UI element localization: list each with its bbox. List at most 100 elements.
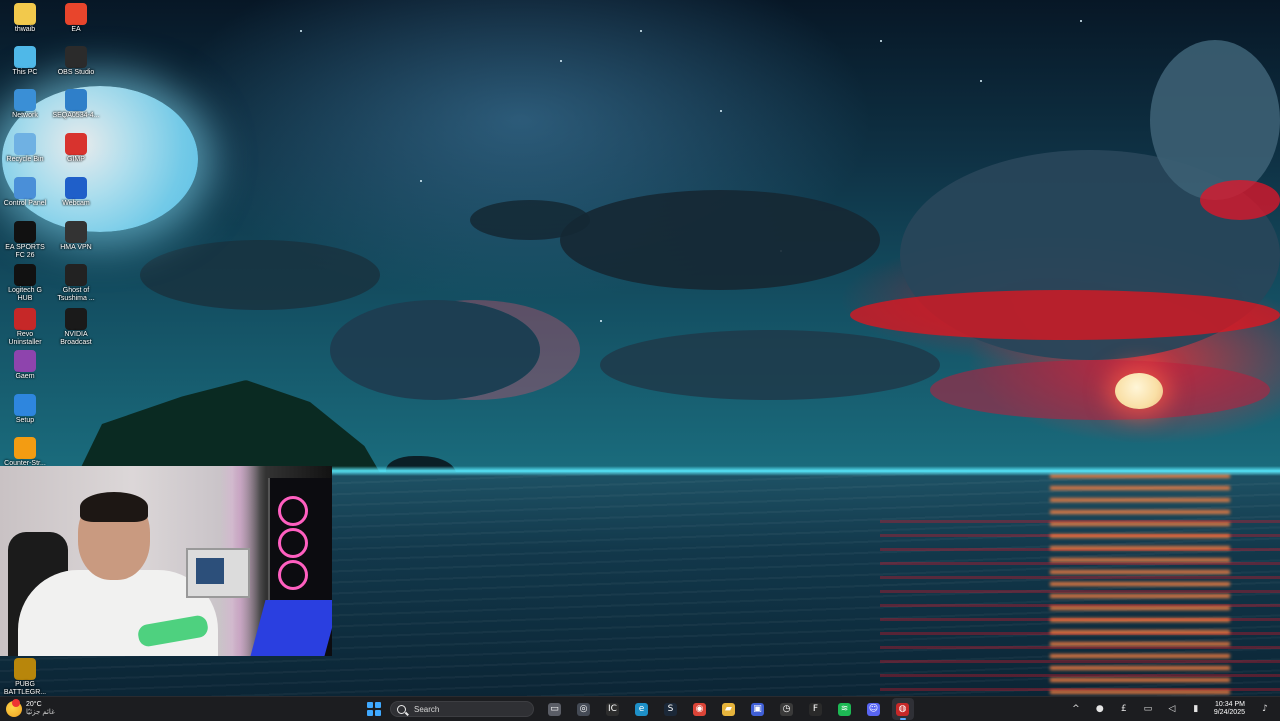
desktop-icon-logitech-g-hub[interactable]: Logitech G HUB bbox=[0, 264, 50, 303]
windows-icon bbox=[367, 702, 381, 716]
taskbar-apps: ▭ ◎ IC e S ◉ ▰ ▣ ◷ F ≋ ☺ ◍ bbox=[540, 698, 917, 720]
network-icon[interactable]: ▭ bbox=[1141, 702, 1155, 716]
taskbar-app-ea-app[interactable]: ▣ bbox=[747, 698, 769, 720]
desktop-icon-hma-vpn[interactable]: HMA VPN bbox=[51, 221, 101, 252]
desktop-icon-label: GIMP bbox=[67, 156, 85, 163]
ghost-of-tsushima-icon bbox=[65, 264, 87, 286]
desktop-icon-label: Logitech G HUB bbox=[8, 287, 42, 302]
desktop-icon-label: Webcam bbox=[62, 200, 90, 207]
weather-temp: 20°C bbox=[26, 701, 42, 708]
hma-vpn-icon bbox=[65, 221, 87, 243]
desktop-icon-revo-uninstaller[interactable]: Revo Uninstaller bbox=[0, 308, 50, 347]
taskbar-search[interactable]: Search bbox=[390, 701, 534, 717]
desktop-icon-label: Revo Uninstaller bbox=[8, 331, 42, 346]
desktop-icon-control-panel[interactable]: Control Panel bbox=[0, 177, 50, 208]
desktop-icon-ea[interactable]: EA bbox=[51, 3, 101, 34]
taskbar-app-discord[interactable]: ☺ bbox=[863, 698, 885, 720]
desktop-icon-pubg-battlegr[interactable]: PUBG BATTLEGR... bbox=[0, 658, 50, 697]
tray-icons: ^ ● £ ▭ ◁ ▮ bbox=[1064, 702, 1208, 716]
desktop-icon-obs-studio[interactable]: OBS Studio bbox=[51, 46, 101, 77]
nvidia-icon bbox=[65, 308, 87, 330]
taskbar-app-chrome[interactable]: ◉ bbox=[689, 698, 711, 720]
chevron-up-icon[interactable]: ^ bbox=[1069, 702, 1083, 716]
network-icon bbox=[14, 89, 36, 111]
star bbox=[720, 110, 722, 112]
desktop-icon-webcam[interactable]: Webcam bbox=[51, 177, 101, 208]
cloud bbox=[560, 190, 880, 290]
taskbar-app-task-view[interactable]: ▭ bbox=[544, 698, 566, 720]
weather-widget[interactable]: 20°C غائم جزئيًا bbox=[6, 699, 55, 719]
cloud bbox=[470, 200, 590, 240]
cloud bbox=[600, 330, 940, 400]
desktop-icon-gimp[interactable]: GIMP bbox=[51, 133, 101, 164]
taskbar-app-steam[interactable]: S bbox=[660, 698, 682, 720]
steam-icon: S bbox=[664, 702, 677, 716]
star bbox=[980, 80, 982, 82]
moon-small bbox=[1115, 373, 1163, 409]
webcam-background-poster-inner bbox=[196, 558, 224, 584]
taskbar-app-file-explorer[interactable]: ▰ bbox=[718, 698, 740, 720]
notification-bell-icon[interactable]: ♪ bbox=[1258, 702, 1272, 716]
desktop-icon-gaem[interactable]: Gaem bbox=[0, 350, 50, 381]
desktop-icon-label: This PC bbox=[12, 69, 38, 76]
clock-time: 10:34 PM bbox=[1215, 701, 1245, 708]
taskbar-app-obs[interactable]: ◍ bbox=[891, 698, 914, 720]
star bbox=[880, 40, 882, 42]
desktop-icon-recycle-bin[interactable]: Recycle Bin bbox=[0, 133, 50, 164]
webcam-blue-light bbox=[250, 600, 332, 656]
epic-games-icon: F bbox=[809, 702, 822, 716]
desktop-icon-label: PUBG BATTLEGR... bbox=[3, 681, 47, 696]
desktop-icon-ghost-of-tsushima[interactable]: Ghost of Tsushima ... bbox=[51, 264, 101, 303]
desktop-icon-thwaib[interactable]: thwaib bbox=[0, 3, 50, 34]
webcam-icon bbox=[65, 177, 87, 199]
desktop-icon-label: thwaib bbox=[14, 26, 36, 33]
desktop-icon-this-pc[interactable]: This PC bbox=[0, 46, 50, 77]
star bbox=[300, 30, 302, 32]
spotify-icon: ≋ bbox=[838, 702, 851, 716]
search-icon bbox=[397, 704, 406, 714]
folder-icon bbox=[14, 3, 36, 25]
file-icon bbox=[65, 89, 87, 111]
weather-icon bbox=[6, 699, 22, 717]
desktop-icon-setup[interactable]: Setup bbox=[0, 394, 50, 425]
webcam-pc-fan bbox=[278, 496, 308, 526]
folder-icon: ▰ bbox=[722, 702, 735, 716]
desktop-icon-nvidia-broadcast[interactable]: NVIDIA Broadcast bbox=[51, 308, 101, 347]
taskbar-clock[interactable]: 10:34 PM 9/24/2025 bbox=[1214, 701, 1245, 717]
recycle-bin-icon bbox=[14, 133, 36, 155]
edge-icon: e bbox=[635, 702, 648, 716]
taskbar-app-copilot[interactable]: ◎ bbox=[573, 698, 595, 720]
star bbox=[600, 320, 602, 322]
pinterest-icon bbox=[65, 133, 87, 155]
cloud-red bbox=[850, 290, 1280, 340]
counter-strike-icon bbox=[14, 437, 36, 459]
star bbox=[640, 30, 642, 32]
star bbox=[560, 60, 562, 62]
desktop-icon-counter-str[interactable]: Counter-Str... bbox=[0, 437, 50, 468]
taskbar-app-spotify[interactable]: ≋ bbox=[834, 698, 856, 720]
desktop-icon-label: Network bbox=[12, 112, 38, 119]
desktop-icon-label: OBS Studio bbox=[57, 69, 95, 76]
desktop-icon-label: Recycle Bin bbox=[6, 156, 44, 163]
desktop-icon-ea-sports-fc-26[interactable]: EA SPORTS FC 26 bbox=[0, 221, 50, 260]
copilot-icon: ◎ bbox=[577, 702, 590, 716]
start-button[interactable] bbox=[362, 697, 386, 721]
microphone-icon[interactable]: ● bbox=[1093, 702, 1107, 716]
taskbar: 20°C غائم جزئيًا Search ▭ ◎ IC e S ◉ ▰ ▣ ◷ F ≋ ☺ ◍ ^… bbox=[0, 696, 1280, 721]
volume-icon[interactable]: ◁ bbox=[1165, 702, 1179, 716]
control-panel-icon bbox=[14, 177, 36, 199]
ubisoft-icon: IC bbox=[606, 702, 619, 716]
taskbar-app-ubisoft[interactable]: IC bbox=[602, 698, 624, 720]
desktop-icon-seqa0534-4[interactable]: SEQA0534-4... bbox=[51, 89, 101, 120]
webcam-overlay bbox=[0, 466, 332, 656]
battery-icon[interactable]: ▮ bbox=[1189, 702, 1203, 716]
taskbar-app-epic-games[interactable]: F bbox=[805, 698, 827, 720]
desktop-icon-network[interactable]: Network bbox=[0, 89, 50, 120]
taskbar-app-clock-app[interactable]: ◷ bbox=[776, 698, 798, 720]
currency-icon[interactable]: £ bbox=[1117, 702, 1131, 716]
discord-icon: ☺ bbox=[867, 702, 880, 716]
desktop-icon-label: Control Panel bbox=[3, 200, 47, 207]
taskbar-app-edge[interactable]: e bbox=[631, 698, 653, 720]
cloud bbox=[330, 300, 540, 400]
taskbar-center: Search ▭ ◎ IC e S ◉ ▰ ▣ ◷ F ≋ ☺ ◍ bbox=[362, 697, 917, 721]
